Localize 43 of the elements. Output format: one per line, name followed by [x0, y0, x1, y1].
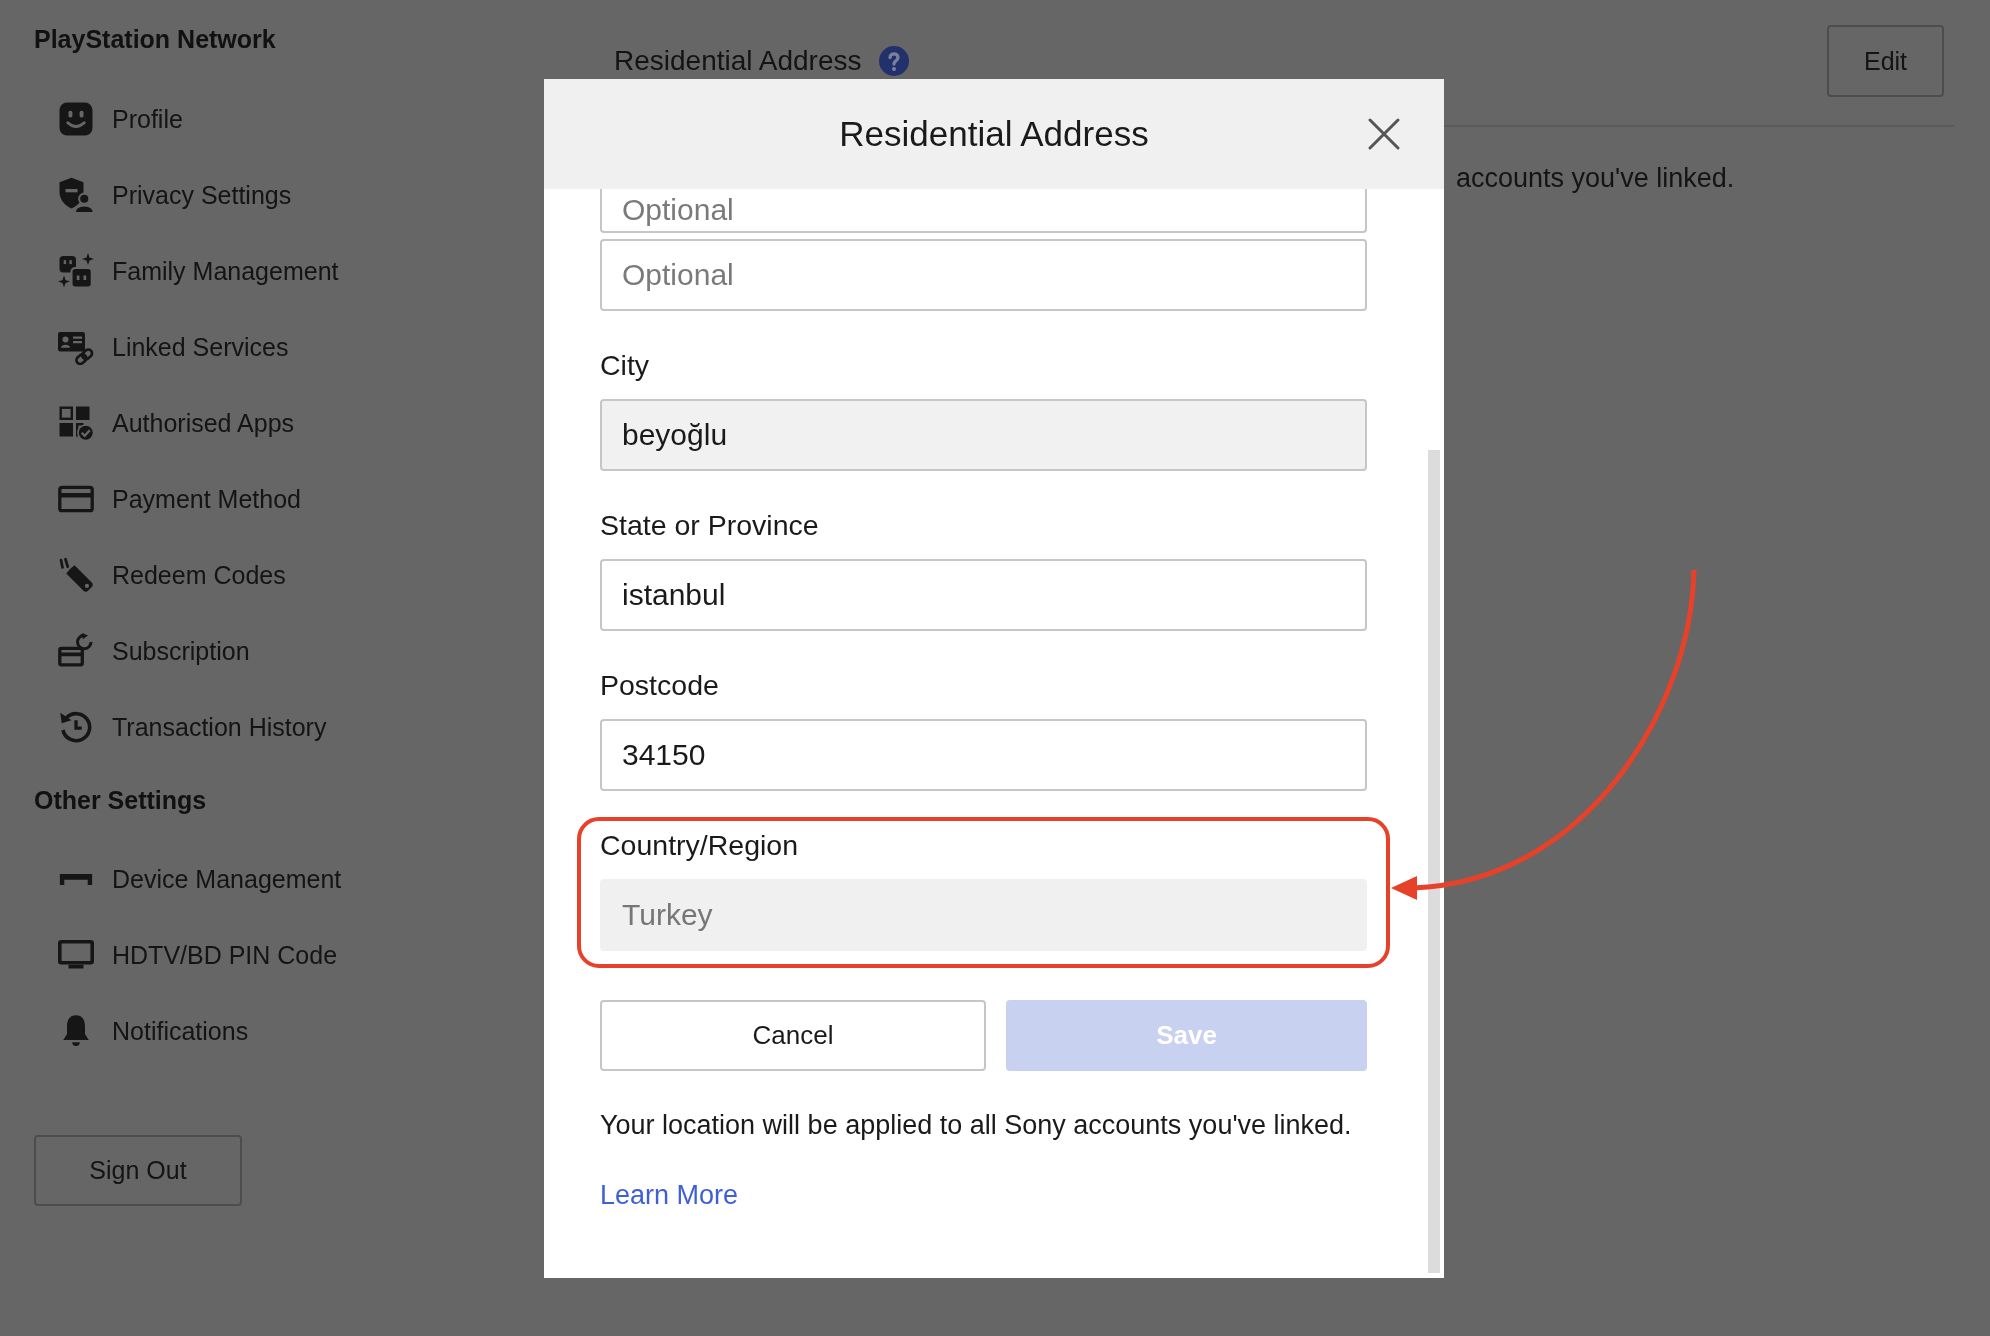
sidebar-item[interactable]: Family Management	[34, 233, 339, 309]
sidebar-item[interactable]: HDTV/BD PIN Code	[34, 917, 338, 993]
field-label: City	[600, 348, 650, 382]
input-field[interactable]: Optional	[600, 239, 1367, 311]
sidebar-item[interactable]: Linked Services	[34, 309, 289, 385]
close-icon[interactable]	[1368, 118, 1400, 150]
scrollbar[interactable]	[1428, 450, 1440, 1273]
sidebar-heading: Other Settings	[34, 786, 207, 814]
input-field[interactable]: 34150	[600, 719, 1367, 791]
tag-icon	[58, 557, 94, 593]
sidebar-item[interactable]: Transaction History	[34, 689, 327, 765]
info-text: Your location will be applied to all Sony accounts you've linked.	[600, 1109, 1352, 1142]
section-heading: Residential Address	[614, 45, 862, 77]
faces-sparkle-icon	[58, 253, 94, 289]
field-label: Postcode	[600, 668, 719, 702]
smiley-tile-icon	[58, 101, 94, 137]
sidebar-item[interactable]: Redeem Codes	[34, 537, 286, 613]
history-icon	[58, 709, 94, 745]
cancel-button[interactable]: Cancel	[600, 1000, 986, 1071]
dialog-title: Residential Address	[839, 114, 1149, 154]
sidebar-item[interactable]: Profile	[34, 81, 183, 157]
id-card-link-icon	[58, 329, 94, 365]
sidebar-heading: PlayStation Network	[34, 25, 276, 53]
sidebar-item[interactable]: Privacy Settings	[34, 157, 292, 233]
sidebar-item[interactable]: Payment Method	[34, 461, 301, 537]
field-label: State or Province	[600, 508, 819, 542]
help-icon[interactable]	[879, 46, 910, 76]
sidebar-item[interactable]: Device Management	[34, 841, 342, 917]
console-icon	[58, 873, 94, 885]
field-label: Country/Region	[600, 828, 799, 862]
sidebar-item[interactable]: Authorised Apps	[34, 385, 295, 461]
sidebar-item[interactable]: Subscription	[34, 613, 250, 689]
input-field[interactable]: beyoğlu	[600, 399, 1367, 471]
card-refresh-icon	[58, 633, 94, 669]
grid-check-icon	[58, 405, 94, 441]
learn-more-link[interactable]: Learn More	[600, 1178, 739, 1212]
edit-button[interactable]: Edit	[1827, 25, 1944, 97]
input-field[interactable]: Optional	[600, 189, 1367, 233]
shield-person-icon	[58, 177, 94, 213]
sidebar-item[interactable]: Notifications	[34, 993, 249, 1069]
input-field[interactable]: istanbul	[600, 559, 1367, 631]
description-text: accounts you've linked.	[1456, 162, 1736, 195]
sign-out-button[interactable]: Sign Out	[34, 1135, 242, 1206]
